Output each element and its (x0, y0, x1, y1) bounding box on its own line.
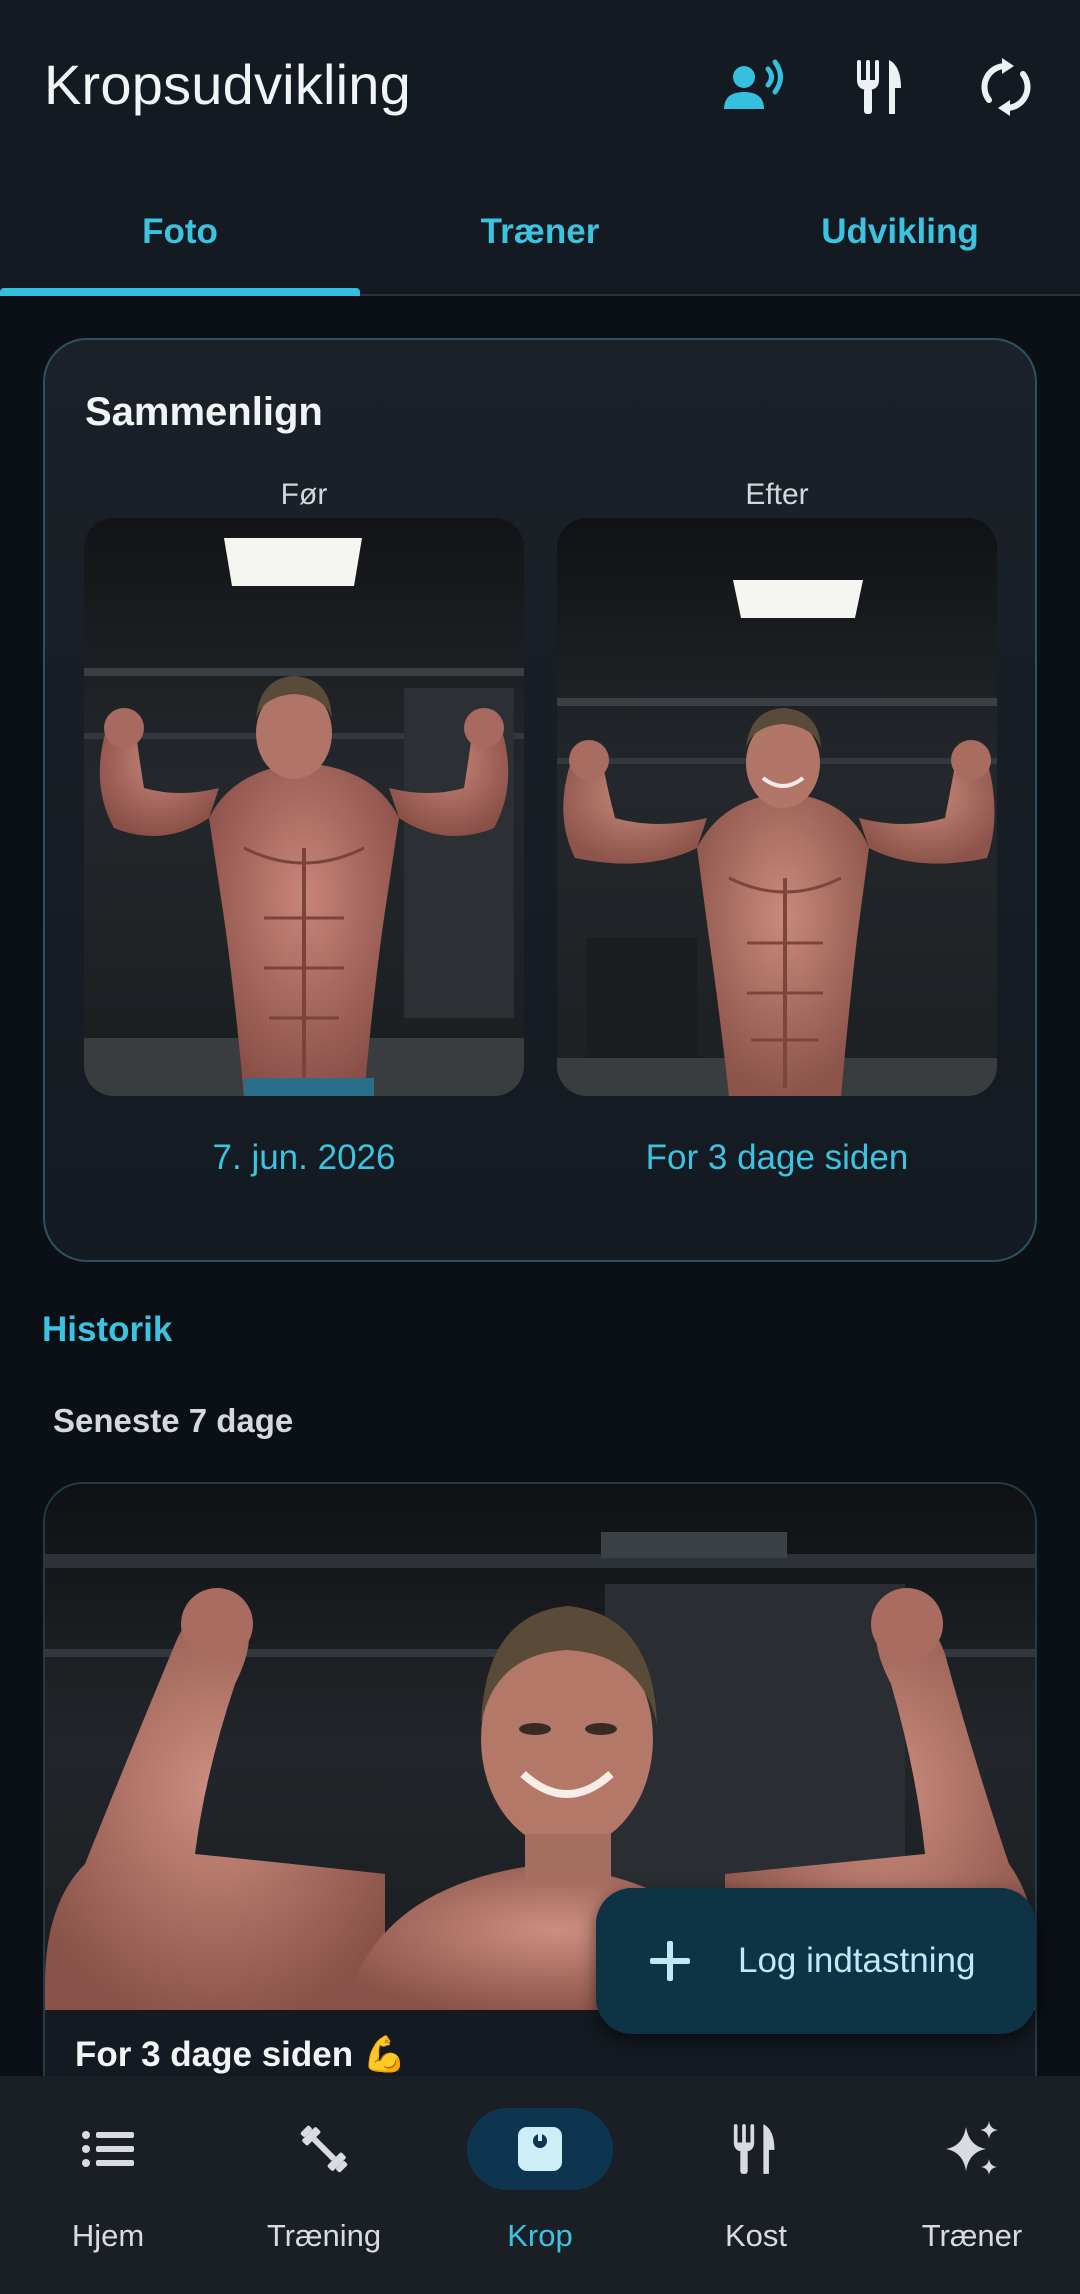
nav-label-kost: Kost (724, 2218, 788, 2253)
nav-item-krop[interactable]: Krop (432, 2076, 648, 2294)
before-date: 7. jun. 2026 (212, 1138, 396, 1177)
nav-label-traening: Træning (266, 2218, 382, 2253)
sparkles-icon (946, 2121, 998, 2175)
sync-icon[interactable] (971, 52, 1041, 122)
after-photo[interactable] (557, 518, 997, 1096)
restaurant-icon[interactable] (846, 52, 916, 122)
compare-card: Sammenlign Før Efter 7. jun. 2026 For 3 … (43, 338, 1037, 1262)
tab-udvikling[interactable]: Udvikling (720, 170, 1080, 294)
history-entry-caption: For 3 dage siden 💪 (75, 2035, 407, 2074)
nav-label-krop: Krop (507, 2218, 573, 2253)
nav-item-traening[interactable]: Træning (216, 2076, 432, 2294)
dumbbell-icon (300, 2125, 348, 2173)
tab-traener[interactable]: Træner (360, 170, 720, 294)
history-section-title: Historik (42, 1310, 173, 1349)
nav-label-traener: Træner (921, 2218, 1023, 2253)
nav-item-kost[interactable]: Kost (648, 2076, 864, 2294)
history-group-title: Seneste 7 dage (53, 1402, 294, 1439)
nav-label-hjem: Hjem (71, 2218, 145, 2253)
log-entry-button[interactable]: Log indtastning (596, 1888, 1036, 2034)
nav-item-hjem[interactable]: Hjem (0, 2076, 216, 2294)
after-label: Efter (745, 478, 809, 511)
scale-icon (518, 2127, 562, 2171)
log-entry-label: Log indtastning (738, 1941, 976, 1980)
after-date: For 3 dage siden (645, 1138, 909, 1177)
before-photo[interactable] (84, 518, 524, 1096)
page-title: Kropsudvikling (44, 53, 411, 116)
plus-icon (650, 1941, 690, 1981)
restaurant-icon (733, 2124, 775, 2174)
top-app-bar: Kropsudvikling (0, 0, 1080, 170)
tab-bar: Foto Træner Udvikling (0, 170, 1080, 296)
voice-assistant-icon[interactable] (720, 52, 790, 122)
bottom-navigation: Hjem Træning Krop Kost Træner (0, 2076, 1080, 2294)
list-icon (82, 2131, 134, 2167)
nav-item-traener[interactable]: Træner (864, 2076, 1080, 2294)
tab-foto[interactable]: Foto (0, 170, 360, 294)
active-tab-indicator (0, 288, 360, 296)
before-label: Før (280, 478, 328, 511)
compare-title: Sammenlign (85, 390, 323, 434)
